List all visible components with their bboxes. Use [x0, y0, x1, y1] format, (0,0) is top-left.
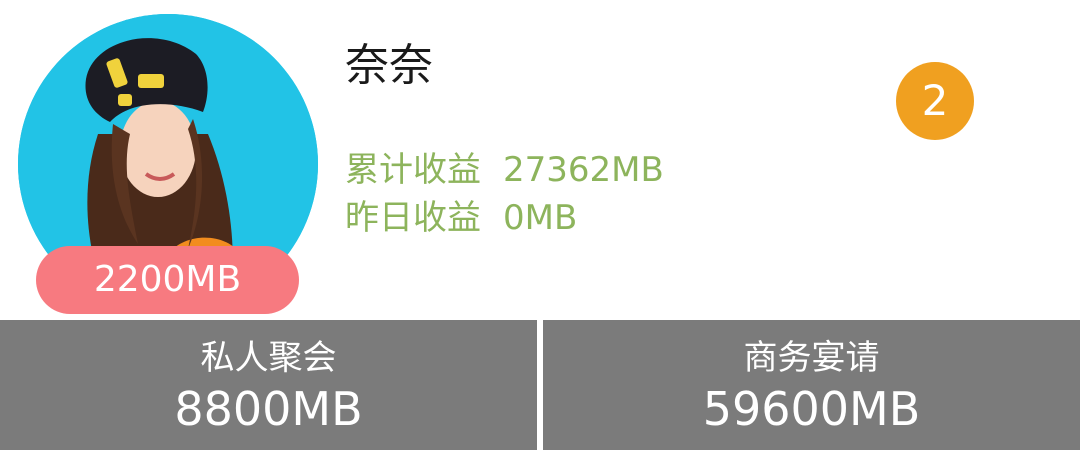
user-name: 奈奈	[345, 40, 433, 91]
level-badge: 2	[896, 62, 974, 140]
stat-label: 昨日收益	[345, 198, 481, 238]
stat-value: 0MB	[503, 198, 578, 238]
stat-total-earnings: 累计收益 27362MB	[345, 150, 664, 190]
avatar-badge: 2200MB	[36, 246, 299, 314]
category-value: 8800MB	[174, 382, 363, 436]
stat-value: 27362MB	[503, 150, 664, 190]
category-bar: 私人聚会 8800MB 商务宴请 59600MB	[0, 320, 1080, 450]
stat-yesterday-earnings: 昨日收益 0MB	[345, 198, 577, 238]
category-title: 商务宴请	[743, 338, 880, 378]
stat-label: 累计收益	[345, 150, 481, 190]
category-tile-business-banquet[interactable]: 商务宴请 59600MB	[543, 320, 1080, 450]
category-title: 私人聚会	[200, 338, 337, 378]
category-value: 59600MB	[702, 382, 921, 436]
category-tile-private-party[interactable]: 私人聚会 8800MB	[0, 320, 537, 450]
profile-card: 2200MB 奈奈 2 累计收益 27362MB 昨日收益 0MB	[0, 0, 1080, 320]
